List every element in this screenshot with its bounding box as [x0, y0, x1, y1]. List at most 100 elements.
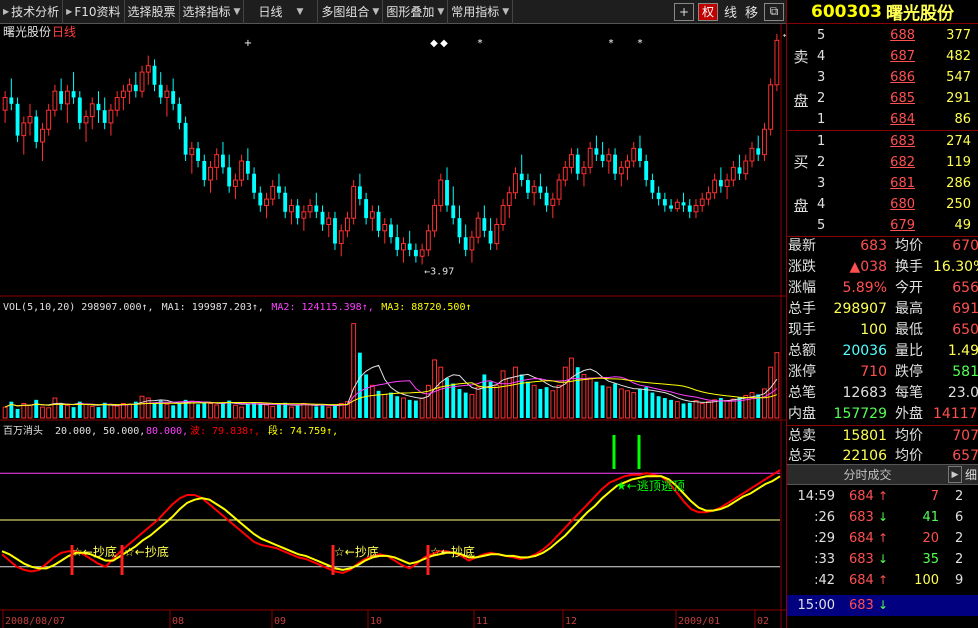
volume-bar [407, 399, 412, 418]
quote-label: 均价 [895, 238, 923, 254]
candle-body [606, 154, 612, 162]
orderbook-level: 4 [817, 197, 826, 212]
quote-label: 涨幅 [788, 280, 816, 296]
quote-value: 691 [952, 301, 978, 317]
orderbook-level: 1 [817, 134, 826, 149]
candle-body [587, 147, 593, 168]
orderbook-volume: 119 [946, 155, 971, 170]
orderbook-level: 2 [817, 91, 826, 106]
signal-marker-icon: + [244, 38, 252, 49]
timesales-row[interactable]: :33 683 ↓ 35 2 [787, 549, 978, 570]
line-button[interactable]: 线 [724, 2, 737, 21]
buy-signal-label: ☆←抄底 [72, 544, 117, 559]
volume-bar [594, 381, 599, 418]
volume-bar [730, 398, 736, 419]
volume-bar [333, 405, 337, 418]
tab-daily[interactable]: 日线 ▼ [244, 0, 319, 24]
quote-row: 总手 298907 最高 691 [787, 299, 978, 320]
candle-body [569, 154, 574, 168]
arrow-down-icon: ↓ [878, 598, 889, 612]
orderbook-price: 681 [890, 176, 915, 191]
volume-bar [457, 388, 462, 418]
tab-technical-analysis[interactable]: ▶ 技术分析 [0, 0, 64, 24]
signal-marker-icon: * [478, 38, 483, 49]
timesales-row[interactable]: 15:00 683 ↓ [787, 595, 978, 616]
quote-label: 最高 [895, 301, 923, 317]
candle-body [531, 185, 537, 194]
volume-bar [239, 406, 245, 419]
orderbook-price: 687 [890, 49, 915, 64]
candle-body [463, 237, 468, 250]
move-button[interactable]: 移 [745, 2, 758, 21]
timesales-detail-button[interactable]: 细 [965, 466, 977, 483]
timesales-volume: 20 [922, 531, 939, 546]
volume-bar [494, 384, 500, 419]
candle-body [513, 173, 518, 194]
quote-value: 683 [860, 238, 887, 254]
orderbook-row[interactable]: 1 683 274 [815, 131, 978, 152]
x-tick-label: 2009/01 [678, 616, 720, 627]
buy-signal-label: ☆←抄底 [124, 544, 169, 559]
orderbook-row[interactable]: 2 682 119 [815, 152, 978, 173]
timesales-row[interactable]: :42 684 ↑ 100 9 [787, 570, 978, 591]
timesales-count: 6 [955, 510, 964, 525]
quote-label: 外盘 [895, 406, 923, 422]
quote-value: 710 [860, 364, 887, 380]
orderbook-row[interactable]: 5 679 49 [815, 215, 978, 236]
volume-bar [475, 386, 481, 419]
orderbook-level: 4 [817, 49, 826, 64]
orderbook-row[interactable]: 3 686 547 [815, 67, 978, 88]
quote-label: 换手 [895, 259, 923, 275]
candle-body [301, 211, 307, 219]
tab-select-stock[interactable]: 选择股票 [125, 0, 180, 24]
candle-body [662, 199, 667, 206]
orderbook-row[interactable]: 1 684 86 [815, 109, 978, 130]
rights-button[interactable]: 权 [697, 2, 718, 21]
tab-select-indicator[interactable]: 选择指标 ▼ [180, 0, 245, 24]
candle-body [506, 192, 512, 206]
candle-body [333, 218, 337, 244]
volume-bar [40, 406, 45, 419]
candle-body [120, 90, 126, 99]
orderbook-row[interactable]: 4 680 250 [815, 194, 978, 215]
timesales-volume: 35 [922, 552, 939, 567]
timesales-scroll-right-button[interactable]: ▶ [947, 466, 962, 483]
stock-title: 600303 曙光股份 [787, 0, 978, 24]
volume-header-part: VOL(5,10,20) 298907.000↑, [3, 302, 154, 313]
candle-body [277, 186, 281, 193]
candle-body [40, 128, 45, 143]
timesales-volume: 7 [930, 489, 939, 504]
restore-window-button[interactable]: ⧉ [764, 2, 784, 21]
tab-common-indicators[interactable]: 常用指标 ▼ [448, 0, 514, 24]
orderbook-row[interactable]: 3 681 286 [815, 173, 978, 194]
orderbook-row[interactable]: 4 687 482 [815, 46, 978, 67]
candle-body [401, 243, 406, 251]
timesales-row[interactable]: 14:59 684 ↑ 7 2 [787, 486, 978, 507]
tab-overlay[interactable]: 图形叠加 ▼ [383, 0, 449, 24]
orderbook-row[interactable]: 2 685 291 [815, 88, 978, 109]
candle-body [494, 224, 500, 245]
quote-row: 涨停 710 跌停 581 [787, 362, 978, 383]
tab-multi-chart[interactable]: 多图组合 ▼ [318, 0, 384, 24]
candle-body [631, 147, 637, 162]
candle-body [724, 179, 730, 187]
volume-bar [569, 357, 574, 419]
volume-bar [177, 402, 182, 418]
timesales-row[interactable]: :29 684 ↑ 20 2 [787, 528, 978, 549]
candle-body [500, 204, 506, 225]
volume-bar [556, 384, 562, 419]
candle-body [314, 205, 319, 212]
candle-body [83, 116, 89, 124]
candle-body [389, 224, 393, 238]
volume-bar [413, 400, 418, 418]
tab-f10-info[interactable]: ▶ F10资料 [63, 0, 125, 24]
candle-body [158, 84, 163, 98]
candle-body [21, 122, 27, 137]
candle-body [258, 192, 263, 206]
timesales-row[interactable]: :26 683 ↓ 41 6 [787, 507, 978, 528]
zoom-plus-button[interactable]: + [673, 2, 694, 21]
quote-value: 707 [952, 428, 978, 444]
candle-body [283, 192, 288, 212]
orderbook-row[interactable]: 5 688 377 [815, 25, 978, 46]
quote-label: 跌停 [895, 364, 923, 380]
